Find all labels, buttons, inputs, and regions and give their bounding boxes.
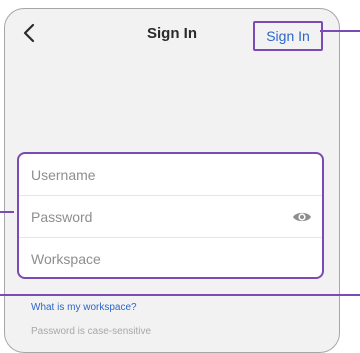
workspace-input[interactable] bbox=[19, 238, 322, 277]
password-field bbox=[19, 196, 322, 238]
callout-line bbox=[320, 30, 360, 32]
password-hint: Password is case-sensitive bbox=[31, 326, 152, 337]
phone-screen: Sign In Sign In What is my workspace? Pa… bbox=[4, 8, 340, 353]
password-input[interactable] bbox=[19, 196, 322, 237]
sign-in-form bbox=[17, 152, 324, 279]
workspace-field bbox=[19, 238, 322, 277]
eye-icon[interactable] bbox=[292, 208, 312, 226]
callout-line bbox=[0, 294, 360, 296]
callout-line bbox=[0, 211, 14, 213]
sign-in-button[interactable]: Sign In bbox=[253, 21, 323, 51]
username-input[interactable] bbox=[19, 154, 322, 195]
username-field bbox=[19, 154, 322, 196]
workspace-help-link[interactable]: What is my workspace? bbox=[31, 302, 137, 313]
